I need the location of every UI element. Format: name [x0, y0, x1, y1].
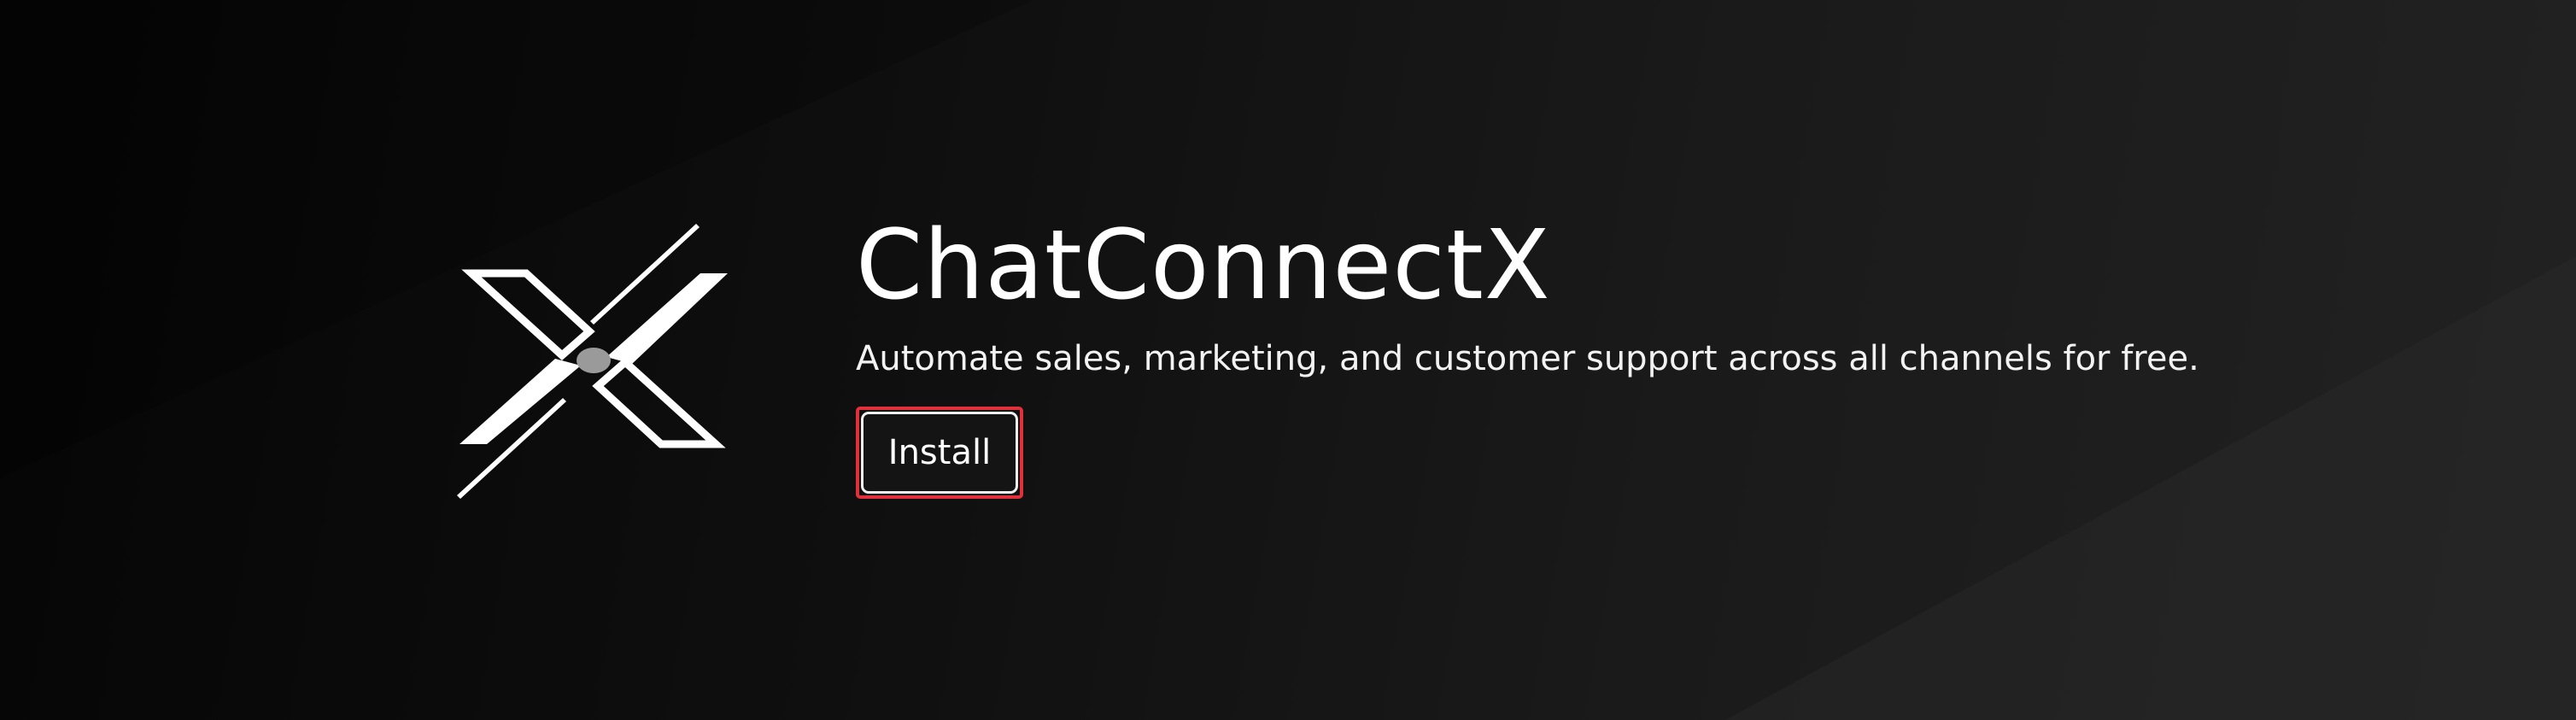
install-button-highlight: Install: [856, 407, 1023, 499]
logo-center-dot: [577, 348, 611, 373]
install-button[interactable]: Install: [861, 412, 1018, 494]
app-info: ChatConnectX Automate sales, marketing, …: [856, 202, 2479, 499]
x-logo-icon: [457, 224, 728, 499]
app-banner: ChatConnectX Automate sales, marketing, …: [0, 0, 2576, 720]
app-tagline: Automate sales, marketing, and customer …: [856, 339, 2199, 378]
app-title: ChatConnectX: [856, 210, 1551, 321]
